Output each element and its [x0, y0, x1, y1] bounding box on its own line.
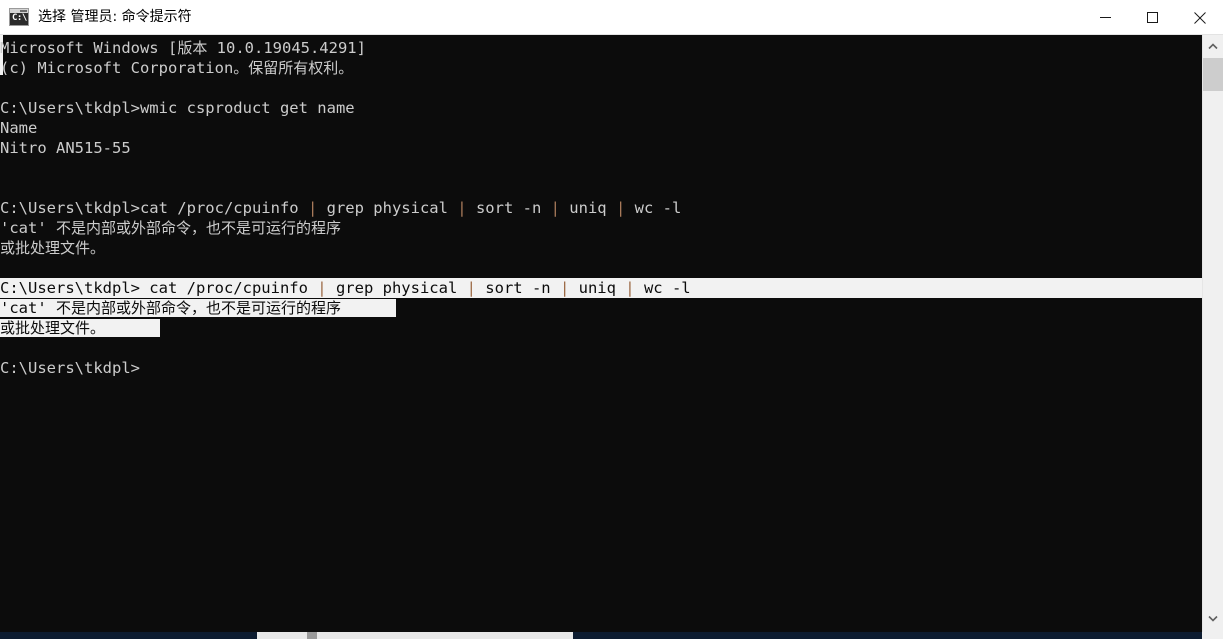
text-run: grep physical: [326, 279, 467, 297]
console-line: C:\Users\tkdpl>: [0, 358, 1202, 378]
text-run: 'cat': [0, 219, 56, 237]
text-run: Name: [0, 119, 38, 137]
pipe-separator: |: [550, 199, 560, 217]
text-run: 版本: [177, 39, 208, 57]
vertical-scrollbar[interactable]: [1202, 35, 1223, 639]
console-line: 'cat' 不是内部或外部命令，也不是可运行的程序: [0, 298, 1202, 318]
horizontal-scrollbar[interactable]: [0, 632, 1202, 639]
close-button[interactable]: [1176, 0, 1223, 35]
pipe-separator: |: [457, 199, 467, 217]
window-controls: [1082, 0, 1223, 35]
text-run: C:\Users\tkdpl>cat /proc/cpuinfo: [0, 199, 308, 217]
selection-highlight: 'cat' 不是内部或外部命令，也不是可运行的程序: [0, 299, 397, 317]
command-prompt-window: C:\ 选择 管理员: 命令提示符 Microsoft Windows [版本 …: [0, 0, 1223, 639]
text-run: sort -n: [475, 279, 560, 297]
text-run: 。保留所有权利。: [233, 59, 354, 77]
close-icon: [1193, 11, 1206, 24]
console-line: C:\Users\tkdpl> cat /proc/cpuinfo | grep…: [0, 278, 1202, 298]
horizontal-scroll-nub[interactable]: [307, 632, 317, 639]
text-run: 'cat': [0, 299, 56, 317]
chevron-up-icon: [1208, 43, 1218, 50]
text-run: 或批处理文件。: [0, 239, 106, 257]
text-run: 或批处理文件。: [0, 319, 106, 337]
text-run: 不是内部或外部命令，也不是可运行的程序: [56, 219, 342, 237]
console-line: Name: [0, 118, 1202, 138]
scroll-down-button[interactable]: [1203, 607, 1223, 630]
cmd-console-icon: C:\: [9, 8, 29, 26]
horizontal-scroll-thumb[interactable]: [257, 632, 573, 639]
scroll-up-button[interactable]: [1203, 35, 1223, 58]
text-run: wc -l: [634, 279, 691, 297]
console-line: 或批处理文件。: [0, 318, 1202, 338]
window-title: 选择 管理员: 命令提示符: [38, 9, 192, 25]
title-bar[interactable]: C:\ 选择 管理员: 命令提示符: [0, 0, 1223, 35]
console-line: Microsoft Windows [版本 10.0.19045.4291]: [0, 38, 1202, 58]
console-output-area[interactable]: Microsoft Windows [版本 10.0.19045.4291] (c…: [0, 35, 1202, 632]
text-run: Microsoft Windows [: [0, 39, 178, 57]
console-line: 'cat' 不是内部或外部命令，也不是可运行的程序: [0, 218, 1202, 238]
text-run: C:\Users\tkdpl>wmic csproduct get name: [0, 99, 355, 117]
console-text-buffer[interactable]: Microsoft Windows [版本 10.0.19045.4291] (c…: [0, 38, 1202, 378]
scrollbar-corner: [1202, 632, 1223, 639]
text-run: 10.0.19045.4291]: [207, 39, 366, 57]
text-run: C:\Users\tkdpl> cat /proc/cpuinfo: [0, 279, 318, 297]
pipe-separator: |: [615, 199, 626, 217]
selection-highlight: C:\Users\tkdpl> cat /proc/cpuinfo | grep…: [0, 278, 1202, 298]
text-run: wc -l: [625, 199, 682, 217]
vertical-scroll-thumb[interactable]: [1203, 58, 1223, 91]
console-line: (c) Microsoft Corporation。保留所有权利。: [0, 58, 1202, 78]
text-run: 不是内部或外部命令，也不是可运行的程序: [56, 299, 342, 317]
console-line: C:\Users\tkdpl>cat /proc/cpuinfo | grep …: [0, 198, 1202, 218]
text-run: (c) Microsoft Corporation: [0, 59, 234, 77]
chevron-down-icon: [1208, 615, 1218, 622]
text-run: grep physical: [317, 199, 458, 217]
pipe-separator: |: [317, 279, 327, 297]
pipe-separator: |: [307, 199, 318, 217]
selection-highlight: 或批处理文件。: [0, 319, 161, 337]
pipe-separator: |: [625, 279, 635, 297]
minimize-icon: [1100, 17, 1111, 18]
maximize-icon: [1147, 12, 1158, 23]
console-line: C:\Users\tkdpl>wmic csproduct get name: [0, 98, 1202, 118]
icon-prompt-glyph: C:\: [12, 13, 27, 23]
text-run: C:\Users\tkdpl>: [0, 359, 140, 377]
pipe-separator: |: [559, 279, 570, 297]
text-run: sort -n: [466, 199, 551, 217]
text-run: uniq: [569, 279, 626, 297]
maximize-button[interactable]: [1129, 0, 1176, 35]
text-run: uniq: [559, 199, 616, 217]
console-line: 或批处理文件。: [0, 238, 1202, 258]
console-line: Nitro AN515-55: [0, 138, 1202, 158]
pipe-separator: |: [466, 279, 476, 297]
text-run: Nitro AN515-55: [0, 139, 131, 157]
minimize-button[interactable]: [1082, 0, 1129, 35]
